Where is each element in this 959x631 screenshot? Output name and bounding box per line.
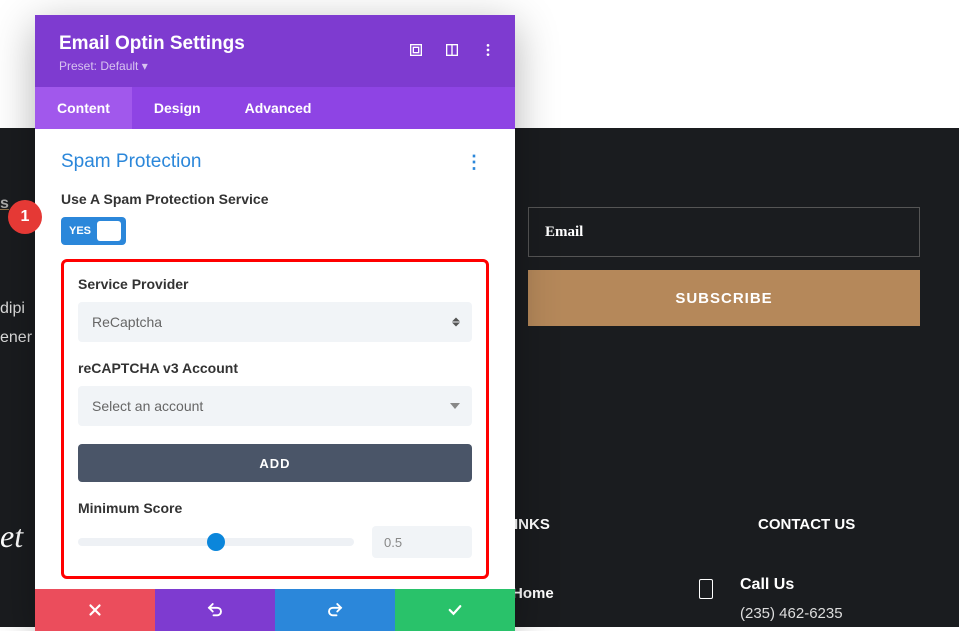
annotation-badge-1: 1	[8, 200, 42, 234]
use-spam-label: Use A Spam Protection Service	[61, 191, 489, 207]
undo-button[interactable]	[155, 589, 275, 631]
min-score-label: Minimum Score	[78, 500, 472, 516]
cancel-button[interactable]	[35, 589, 155, 631]
call-us-label: Call Us	[740, 576, 794, 594]
tab-content[interactable]: Content	[35, 87, 132, 129]
account-value: Select an account	[92, 398, 203, 414]
bg-link-partial[interactable]: s	[0, 195, 9, 213]
section-kebab-icon[interactable]: ⋮	[459, 152, 489, 173]
bg-italic-text: et	[0, 518, 23, 555]
settings-modal: Email Optin Settings Preset: Default ▾ C…	[35, 15, 515, 631]
use-spam-toggle[interactable]: YES	[61, 217, 126, 245]
phone-number: (235) 462-6235	[740, 605, 843, 622]
service-provider-label: Service Provider	[78, 276, 472, 292]
tab-advanced[interactable]: Advanced	[223, 87, 334, 129]
slider-thumb[interactable]	[207, 533, 225, 551]
email-placeholder: Email	[545, 224, 583, 240]
chevron-down-icon	[450, 403, 460, 409]
bg-text-partial-2: ener	[0, 329, 32, 347]
save-button[interactable]	[395, 589, 515, 631]
subscribe-button[interactable]: SUBSCRIBE	[528, 270, 920, 326]
section-title[interactable]: Spam Protection	[61, 151, 201, 173]
service-provider-select[interactable]: ReCaptcha	[78, 302, 472, 342]
email-input[interactable]: Email	[528, 207, 920, 257]
tab-bar: Content Design Advanced	[35, 87, 515, 129]
expand-icon[interactable]	[401, 35, 431, 65]
modal-footer	[35, 589, 515, 631]
redo-button[interactable]	[275, 589, 395, 631]
min-score-slider[interactable]	[78, 538, 354, 546]
modal-header: Email Optin Settings Preset: Default ▾	[35, 15, 515, 87]
columns-icon[interactable]	[437, 35, 467, 65]
kebab-menu-icon[interactable]	[473, 35, 503, 65]
min-score-input[interactable]: 0.5	[372, 526, 472, 558]
phone-icon	[699, 579, 713, 599]
footer-heading-contact: CONTACT US	[758, 516, 855, 533]
account-select[interactable]: Select an account	[78, 386, 472, 426]
tab-design[interactable]: Design	[132, 87, 223, 129]
add-button[interactable]: ADD	[78, 444, 472, 482]
bg-text-partial-1: dipi	[0, 300, 25, 318]
toggle-state-label: YES	[69, 225, 91, 237]
modal-body: Spam Protection ⋮ Use A Spam Protection …	[35, 129, 515, 589]
toggle-knob	[97, 221, 121, 241]
service-provider-value: ReCaptcha	[92, 314, 162, 330]
menu-item-home[interactable]: Home	[512, 585, 554, 602]
account-label: reCAPTCHA v3 Account	[78, 360, 472, 376]
highlighted-region: Service Provider ReCaptcha reCAPTCHA v3 …	[61, 259, 489, 579]
footer-heading-quicklinks: INKS	[514, 516, 550, 533]
updown-icon	[452, 318, 460, 327]
